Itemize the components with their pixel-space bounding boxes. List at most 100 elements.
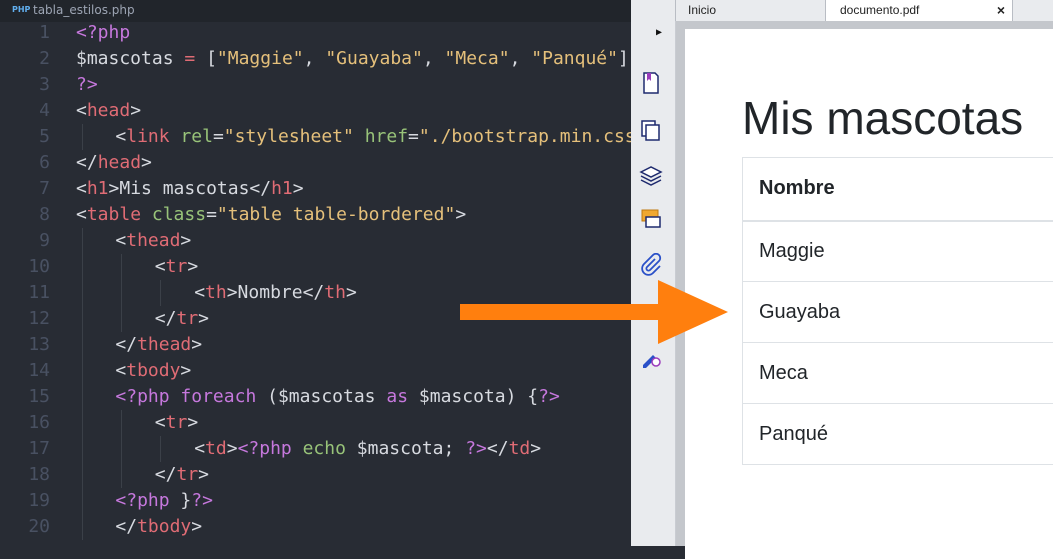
code-line[interactable]: 9 <thead> — [0, 228, 631, 254]
code-line[interactable]: 16 <tr> — [0, 410, 631, 436]
code-text: <thead> — [115, 228, 191, 254]
table-header-nombre: Nombre — [743, 158, 1053, 221]
code-editor[interactable]: PHP tabla_estilos.php 1 <?php2$mascotas =… — [0, 0, 631, 546]
tab-documento[interactable]: documento.pdf × — [825, 0, 1013, 21]
code-line[interactable]: 1 <?php — [0, 20, 631, 46]
code-line[interactable]: 4 <head> — [0, 98, 631, 124]
line-number: 2 — [0, 46, 50, 72]
line-number: 9 — [0, 228, 50, 254]
code-text: </tbody> — [115, 514, 202, 540]
table-cell: Guayaba — [743, 282, 1053, 343]
code-text: </thead> — [115, 332, 202, 358]
indent-guide — [82, 384, 83, 410]
tab-documento-label: documento.pdf — [840, 3, 919, 17]
code-text: <th>Nombre</th> — [194, 280, 357, 306]
line-number: 6 — [0, 150, 50, 176]
code-text: <link rel="stylesheet" href="./bootstrap… — [115, 124, 657, 150]
tab-inicio-label: Inicio — [688, 3, 716, 17]
code-line[interactable]: 15<?php foreach ($mascotas as $mascota) … — [0, 384, 631, 410]
pdf-page: Mis mascotas Nombre MaggieGuayabaMecaPan… — [685, 29, 1053, 559]
line-number: 1 — [0, 20, 50, 46]
code-text: <td><?php echo $mascota; ?></td> — [194, 436, 541, 462]
table-row: Maggie — [743, 221, 1053, 282]
line-number: 4 — [0, 98, 50, 124]
line-number: 13 — [0, 332, 50, 358]
indent-guide — [121, 462, 122, 488]
code-text: </tr> — [155, 462, 209, 488]
code-text: ?> — [76, 72, 98, 98]
line-number: 11 — [0, 280, 50, 306]
table-header-row: Nombre — [743, 158, 1053, 221]
code-text: <tr> — [155, 254, 198, 280]
table-cell: Meca — [743, 343, 1053, 404]
line-number: 19 — [0, 488, 50, 514]
indent-guide — [82, 280, 83, 306]
document-view[interactable]: Mis mascotas Nombre MaggieGuayabaMecaPan… — [676, 21, 1053, 546]
indent-guide — [82, 410, 83, 436]
code-line[interactable]: 7 <h1>Mis mascotas</h1> — [0, 176, 631, 202]
signature-icon[interactable] — [639, 345, 663, 369]
line-number: 16 — [0, 410, 50, 436]
code-line[interactable]: 6 </head> — [0, 150, 631, 176]
code-line[interactable]: 20 </tbody> — [0, 514, 631, 540]
close-tab-icon[interactable]: × — [997, 0, 1005, 21]
orange-arrow — [458, 280, 730, 344]
line-number: 20 — [0, 514, 50, 540]
line-number: 14 — [0, 358, 50, 384]
indent-guide — [82, 228, 83, 254]
indent-guide — [82, 306, 83, 332]
table-cell: Panqué — [743, 404, 1053, 465]
indent-guide — [82, 124, 83, 150]
line-number: 3 — [0, 72, 50, 98]
indent-guide — [82, 332, 83, 358]
code-text: <tr> — [155, 410, 198, 436]
code-line[interactable]: 14<tbody> — [0, 358, 631, 384]
line-number: 17 — [0, 436, 50, 462]
attachment-icon[interactable] — [639, 253, 663, 277]
code-line[interactable]: 5<link rel="stylesheet" href="./bootstra… — [0, 124, 631, 150]
line-number: 18 — [0, 462, 50, 488]
code-text: </tr> — [155, 306, 209, 332]
table-row: Guayaba — [743, 282, 1053, 343]
code-line[interactable]: 17 <td><?php echo $mascota; ?></td> — [0, 436, 631, 462]
table-row: Meca — [743, 343, 1053, 404]
code-line[interactable]: 8<table class="table table-bordered"> — [0, 202, 631, 228]
pages-icon[interactable] — [639, 118, 663, 142]
comments-icon[interactable] — [639, 207, 663, 231]
layers-icon[interactable] — [639, 163, 663, 187]
indent-guide — [121, 436, 122, 462]
code-text: <head> — [76, 98, 141, 124]
table-row: Panqué — [743, 404, 1053, 465]
line-number: 10 — [0, 254, 50, 280]
editor-file-name: tabla_estilos.php — [33, 3, 135, 17]
pdf-viewer: Inicio documento.pdf × ▶ — [631, 0, 1053, 546]
code-line[interactable]: 18 </tr> — [0, 462, 631, 488]
tab-inicio[interactable]: Inicio — [675, 0, 825, 21]
indent-guide — [160, 436, 161, 462]
pdf-page-title: Mis mascotas — [742, 91, 1023, 145]
viewer-tab-bar: Inicio documento.pdf × — [631, 0, 1053, 22]
line-number: 5 — [0, 124, 50, 150]
bookmark-icon[interactable] — [639, 71, 663, 95]
expand-sidebar-icon[interactable]: ▶ — [656, 27, 662, 38]
indent-guide — [121, 306, 122, 332]
code-text: <?php }?> — [115, 488, 213, 514]
code-line[interactable]: 2$mascotas = ["Maggie", "Guayaba", "Meca… — [0, 46, 631, 72]
indent-guide — [121, 280, 122, 306]
code-line[interactable]: 19 <?php }?> — [0, 488, 631, 514]
pdf-pets-table: Nombre MaggieGuayabaMecaPanqué — [742, 157, 1053, 465]
indent-guide — [121, 410, 122, 436]
indent-guide — [82, 436, 83, 462]
code-text: <?php — [76, 20, 130, 46]
indent-guide — [121, 254, 122, 280]
code-text: <h1>Mis mascotas</h1> — [76, 176, 304, 202]
code-line[interactable]: 3 ?> — [0, 72, 631, 98]
php-file-icon: PHP — [12, 5, 30, 14]
indent-guide — [82, 254, 83, 280]
code-line[interactable]: 10 <tr> — [0, 254, 631, 280]
editor-file-tab[interactable]: PHP tabla_estilos.php — [0, 0, 631, 22]
code-text: </head> — [76, 150, 152, 176]
line-number: 12 — [0, 306, 50, 332]
line-number: 7 — [0, 176, 50, 202]
indent-guide — [82, 514, 83, 540]
